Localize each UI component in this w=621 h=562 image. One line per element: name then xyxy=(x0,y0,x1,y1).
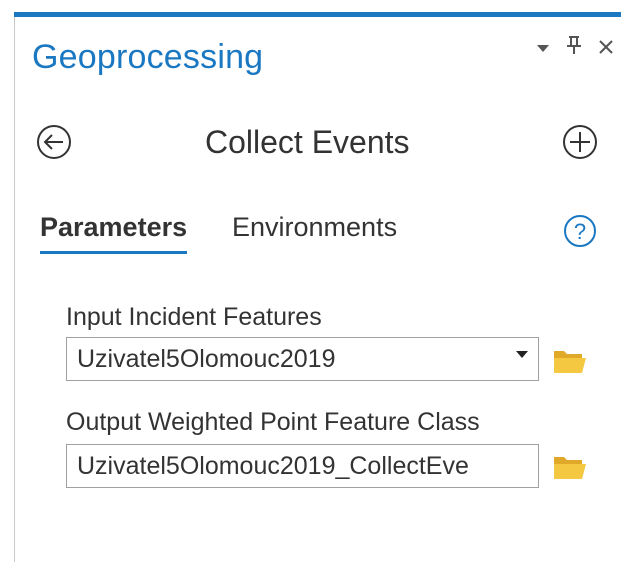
pane-header: Geoprocessing xyxy=(20,30,615,90)
dropdown-menu-icon[interactable] xyxy=(535,35,551,63)
plus-circle-icon[interactable] xyxy=(560,122,600,162)
tab-environments[interactable]: Environments xyxy=(232,212,397,251)
output-weighted-point-field[interactable]: Uzivatel5Olomouc2019_CollectEve xyxy=(66,444,539,488)
output-weighted-point-value: Uzivatel5Olomouc2019_CollectEve xyxy=(77,452,469,480)
input-incident-features-label: Input Incident Features xyxy=(66,303,322,331)
tool-header: Collect Events xyxy=(20,118,610,168)
tool-title: Collect Events xyxy=(205,124,410,160)
pane-window-controls xyxy=(535,34,615,63)
app-window: Geoprocessing Collect Events Parameters … xyxy=(0,0,621,562)
close-icon[interactable] xyxy=(597,35,615,63)
browse-folder-icon[interactable] xyxy=(552,451,588,481)
tab-parameters[interactable]: Parameters xyxy=(40,212,188,254)
chevron-down-icon[interactable] xyxy=(516,351,528,358)
pane-title: Geoprocessing xyxy=(32,38,264,76)
input-incident-features-value: Uzivatel5Olomouc2019 xyxy=(77,345,336,373)
output-weighted-point-label: Output Weighted Point Feature Class xyxy=(66,408,480,436)
back-arrow-circle-icon[interactable] xyxy=(34,122,74,162)
browse-folder-icon[interactable] xyxy=(552,345,588,375)
help-question-icon[interactable]: ? xyxy=(563,214,597,248)
svg-text:?: ? xyxy=(574,219,586,244)
input-incident-features-dropdown[interactable]: Uzivatel5Olomouc2019 xyxy=(66,337,539,381)
tool-tabs: Parameters Environments ? xyxy=(40,212,615,262)
pin-icon[interactable] xyxy=(565,34,583,63)
pane-accent-bar xyxy=(14,12,621,17)
